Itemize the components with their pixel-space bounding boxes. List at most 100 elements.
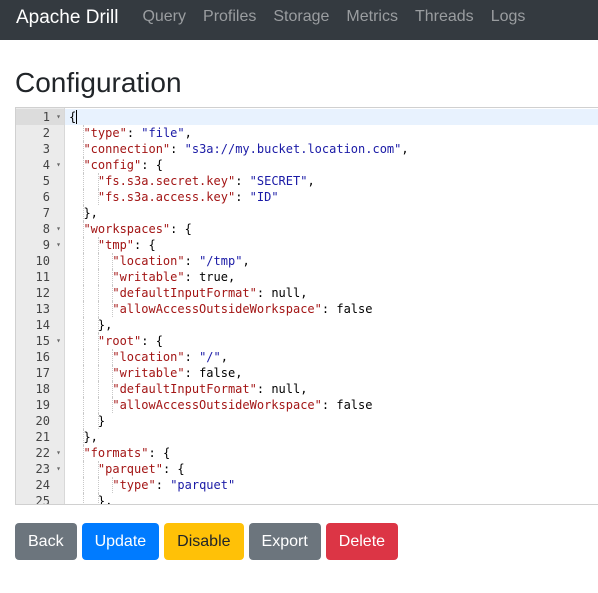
- nav-link-threads[interactable]: Threads: [415, 9, 474, 25]
- indent-guide: [83, 429, 85, 445]
- line-number: 12: [16, 285, 64, 301]
- indent-guide: [112, 365, 114, 381]
- line-number: 7: [16, 205, 64, 221]
- config-json-editor[interactable]: 1 ▾ 2 3 4 ▾ 5 6 7 8 ▾ 9 ▾ 10 11 12 13 14 15 ▾ 16 17 18 19 20 21 22…: [15, 107, 598, 505]
- code-line: "tmp": {: [65, 237, 598, 253]
- fold-toggle-icon[interactable]: ▾: [56, 445, 61, 461]
- indent-guide: [97, 285, 99, 301]
- indent-guide: [83, 285, 85, 301]
- line-number: 4 ▾: [16, 157, 64, 173]
- line-number-text: 17: [35, 366, 50, 380]
- indent-guide: [112, 301, 114, 317]
- fold-toggle-icon[interactable]: ▾: [56, 157, 61, 173]
- indent-guide: [83, 189, 85, 205]
- nav-link-metrics[interactable]: Metrics: [346, 9, 398, 25]
- line-number-text: 7: [42, 206, 50, 220]
- line-number-text: 15: [35, 334, 50, 348]
- line-number-text: 10: [35, 254, 50, 268]
- code-line: "parquet": {: [65, 461, 598, 477]
- delete-button[interactable]: Delete: [325, 523, 399, 560]
- line-number-text: 13: [35, 302, 50, 316]
- line-number-text: 19: [35, 398, 50, 412]
- code-line: "defaultInputFormat": null,: [65, 381, 598, 397]
- line-number: 3: [16, 141, 64, 157]
- line-number: 18: [16, 381, 64, 397]
- indent-guide: [83, 349, 85, 365]
- nav-link-storage[interactable]: Storage: [273, 9, 329, 25]
- indent-guide: [83, 461, 85, 477]
- indent-guide: [112, 477, 114, 493]
- line-number-text: 3: [42, 142, 50, 156]
- line-number-text: 21: [35, 430, 50, 444]
- indent-guide: [83, 205, 85, 221]
- code-line: "location": "/",: [65, 349, 598, 365]
- indent-guide: [97, 173, 99, 189]
- indent-guide: [112, 349, 114, 365]
- code-line: "formats": {: [83, 445, 171, 461]
- indent-guide: [83, 173, 85, 189]
- fold-toggle-icon[interactable]: ▾: [56, 461, 61, 477]
- indent-guide: [112, 381, 114, 397]
- line-number: 8 ▾: [16, 221, 64, 237]
- line-number: 17: [16, 365, 64, 381]
- code-line: {: [65, 109, 598, 125]
- indent-guide: [83, 317, 85, 333]
- line-number: 14: [16, 317, 64, 333]
- line-number: 11: [16, 269, 64, 285]
- code-line: "type": "parquet": [65, 477, 598, 493]
- code-line: },: [69, 205, 98, 221]
- code-line: "config": {: [83, 157, 163, 173]
- export-button[interactable]: Export: [248, 523, 321, 560]
- top-navbar: Apache Drill Query Profiles Storage Metr…: [0, 0, 598, 40]
- line-number: 22 ▾: [16, 445, 64, 461]
- line-number-text: 8: [42, 222, 50, 236]
- line-number: 5: [16, 173, 64, 189]
- line-number-text: 18: [35, 382, 50, 396]
- line-number-text: 1: [42, 110, 50, 124]
- code-line: },: [69, 317, 113, 333]
- nav-link-profiles[interactable]: Profiles: [203, 9, 256, 25]
- indent-guide: [83, 493, 85, 504]
- line-number: 21: [16, 429, 64, 445]
- line-number-text: 24: [35, 478, 50, 492]
- brand-link[interactable]: Apache Drill: [16, 8, 118, 27]
- indent-guide: [97, 333, 99, 349]
- indent-guide: [83, 301, 85, 317]
- nav-link-query[interactable]: Query: [142, 9, 186, 25]
- line-number-gutter: 1 ▾ 2 3 4 ▾ 5 6 7 8 ▾ 9 ▾ 10 11 12 13 14 15 ▾ 16 17 18 19 20 21 22…: [16, 108, 65, 504]
- indent-guide: [83, 269, 85, 285]
- code-text-area[interactable]: { "type": "file", "connection": "s3a://m…: [65, 108, 598, 504]
- line-number: 2: [16, 125, 64, 141]
- line-number-text: 25: [35, 494, 50, 505]
- disable-button[interactable]: Disable: [164, 523, 244, 560]
- indent-guide: [83, 413, 85, 429]
- code-line: "writable": true,: [65, 269, 598, 285]
- indent-guide: [97, 461, 99, 477]
- indent-guide: [97, 253, 99, 269]
- code-line: "location": "/tmp",: [65, 253, 598, 269]
- indent-guide: [83, 445, 85, 461]
- update-button[interactable]: Update: [81, 523, 160, 560]
- code-line: "allowAccessOutsideWorkspace": false: [65, 301, 598, 317]
- indent-guide: [97, 365, 99, 381]
- line-number-text: 6: [42, 190, 50, 204]
- indent-guide: [97, 397, 99, 413]
- line-number: 6: [16, 189, 64, 205]
- indent-guide: [83, 237, 85, 253]
- indent-guide: [83, 125, 85, 141]
- indent-guide: [83, 157, 85, 173]
- line-number-text: 12: [35, 286, 50, 300]
- fold-toggle-icon[interactable]: ▾: [56, 221, 61, 237]
- fold-toggle-icon[interactable]: ▾: [56, 237, 61, 253]
- nav-link-logs[interactable]: Logs: [491, 9, 526, 25]
- indent-guide: [112, 397, 114, 413]
- code-line: }: [69, 413, 106, 429]
- line-number-text: 2: [42, 126, 50, 140]
- fold-toggle-icon[interactable]: ▾: [56, 109, 61, 125]
- line-number-text: 16: [35, 350, 50, 364]
- fold-toggle-icon[interactable]: ▾: [56, 333, 61, 349]
- indent-guide: [97, 269, 99, 285]
- back-button[interactable]: Back: [15, 523, 77, 560]
- indent-guide: [97, 301, 99, 317]
- indent-guide: [97, 477, 99, 493]
